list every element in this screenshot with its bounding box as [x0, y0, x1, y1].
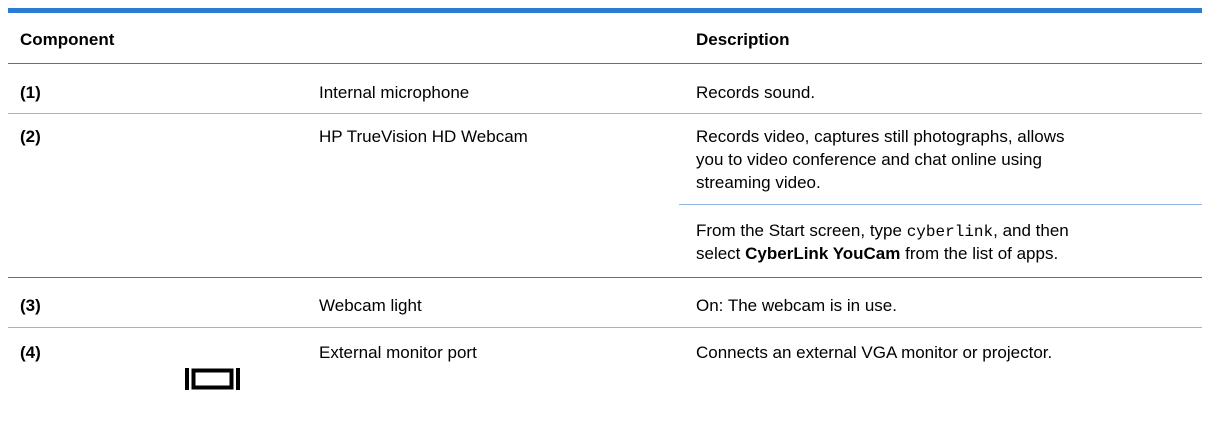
note-text: , and then — [993, 221, 1069, 240]
row-rule — [8, 113, 1202, 114]
row-description: On: The webcam is in use. — [696, 296, 897, 315]
header-description: Description — [696, 30, 790, 49]
description-rule — [679, 204, 1202, 205]
note-bold: CyberLink YouCam — [745, 244, 901, 263]
note-text: From the Start screen, type — [696, 221, 907, 240]
row-description-line: Records video, captures still photograph… — [696, 127, 1065, 146]
row-component-name: Internal microphone — [319, 83, 470, 102]
table-top-rule — [8, 8, 1202, 13]
row-number: (3) — [20, 296, 41, 315]
row-component-name: HP TrueVision HD Webcam — [319, 127, 528, 146]
vga-port-icon — [185, 368, 240, 390]
row-rule — [8, 277, 1202, 278]
row-component-name: External monitor port — [319, 343, 477, 362]
header-rule — [8, 63, 1202, 64]
note-text: from the list of apps. — [900, 244, 1059, 263]
header-component: Component — [20, 30, 115, 49]
row-component-name: Webcam light — [319, 296, 422, 315]
row-number: (2) — [20, 127, 41, 146]
row-rule — [8, 327, 1202, 328]
row-number: (4) — [20, 343, 41, 362]
row-description-note-line2: select CyberLink YouCam from the list of… — [696, 242, 1058, 265]
row-description-line: you to video conference and chat online … — [696, 150, 1042, 169]
row-description: Records sound. — [696, 83, 816, 102]
note-text: select — [696, 244, 746, 263]
row-description-note-line1: From the Start screen, type cyberlink, a… — [696, 219, 1069, 244]
row-number: (1) — [20, 83, 41, 102]
note-code: cyberlink — [906, 223, 994, 241]
row-description-line: streaming video. — [696, 173, 821, 192]
row-description: Connects an external VGA monitor or proj… — [696, 343, 1053, 362]
